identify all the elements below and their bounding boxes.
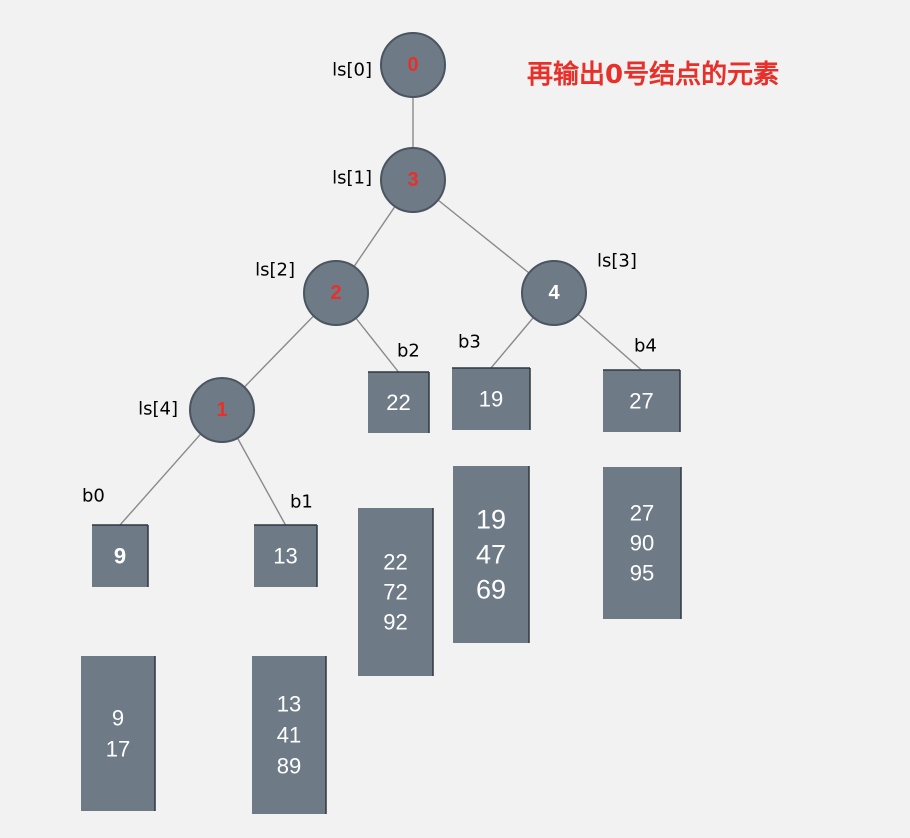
leaf-b1-label: b1 [290, 492, 313, 513]
tree-node-n1-value: 3 [407, 169, 418, 191]
leaf-b2-label: b2 [397, 341, 420, 362]
buf-b2-value: 22 [383, 550, 407, 575]
tree-node-n4-value: 1 [216, 399, 227, 421]
buf-b1-value: 13 [277, 692, 301, 717]
leaf-b3-label: b3 [458, 332, 481, 353]
buf-b0-rect [81, 656, 155, 811]
buf-b1-block: 13 41 89 [252, 656, 327, 814]
leaf-b3-value: 19 [479, 387, 503, 412]
buf-b3-block: 19 47 69 [453, 466, 530, 643]
leaf-b4-value: 27 [629, 389, 653, 414]
tree-node-n3-value: 4 [548, 282, 560, 304]
tree-node-n3: 4 ls[3] [521, 251, 637, 326]
edge-n3-b3 [490, 317, 534, 369]
diagram-title: 再输出0号结点的元素 [527, 59, 779, 90]
edge-n3-b4 [577, 313, 642, 371]
buf-b1-value: 89 [277, 754, 301, 779]
tree-node-n3-label: ls[3] [597, 251, 637, 272]
leaf-b3: 19 [452, 367, 531, 430]
tree-node-n2-value: 2 [330, 282, 341, 304]
buf-b4-value: 95 [630, 561, 654, 586]
leaf-b0: 9 [92, 524, 149, 587]
buf-b4-value: 27 [630, 501, 654, 526]
buf-b2-value: 72 [383, 580, 407, 605]
leaf-b1-value: 13 [273, 544, 297, 569]
loser-tree-diagram: 再输出0号结点的元素 917134189227292194769279095 9… [81, 32, 779, 814]
buf-b0-value: 9 [112, 706, 124, 731]
leaf-b0-value: 9 [114, 544, 126, 569]
tree-node-n1: 3 ls[1] [332, 147, 446, 213]
tree-node-n0: 0 ls[0] [332, 32, 446, 98]
leaf-b4-label: b4 [634, 336, 657, 357]
tree-node-n2-label: ls[2] [255, 260, 295, 281]
edge-n4-b0 [119, 433, 202, 526]
buf-b2-block: 22 72 92 [358, 508, 434, 676]
edge-n4-b1 [236, 437, 287, 526]
leaf-b1: 13 [254, 524, 318, 587]
edge-n2-n4 [243, 315, 315, 388]
tree-node-n0-value: 0 [407, 54, 418, 76]
leaf-b4: 27 [603, 369, 681, 432]
tree-node-n4: 1 ls[4] [138, 377, 255, 443]
edge-n2-b2 [355, 317, 400, 373]
leaf-b2: 22 [368, 371, 430, 433]
tree-node-n1-label: ls[1] [332, 168, 372, 189]
buf-b1-value: 41 [277, 723, 301, 748]
buf-b3-value: 47 [476, 540, 506, 570]
edge-n1-n2 [353, 206, 396, 267]
buf-b4-value: 90 [630, 531, 654, 556]
buf-b0-block: 917 [81, 656, 156, 811]
buf-b4-block: 27 90 95 [603, 467, 682, 619]
tree-node-n0-label: ls[0] [332, 60, 372, 81]
buf-b3-value: 69 [476, 575, 506, 605]
tree-node-n2: 2 ls[2] [255, 260, 369, 326]
buf-b2-value: 92 [383, 610, 407, 635]
leaf-b0-label: b0 [82, 486, 105, 507]
tree-node-n4-label: ls[4] [138, 399, 178, 420]
buf-b3-value: 19 [476, 505, 506, 535]
edge-n1-n3 [437, 199, 530, 274]
run-buffers: 917134189227292194769279095 [81, 466, 682, 814]
buf-b0-value: 17 [106, 737, 130, 762]
leaf-b2-value: 22 [386, 390, 410, 415]
